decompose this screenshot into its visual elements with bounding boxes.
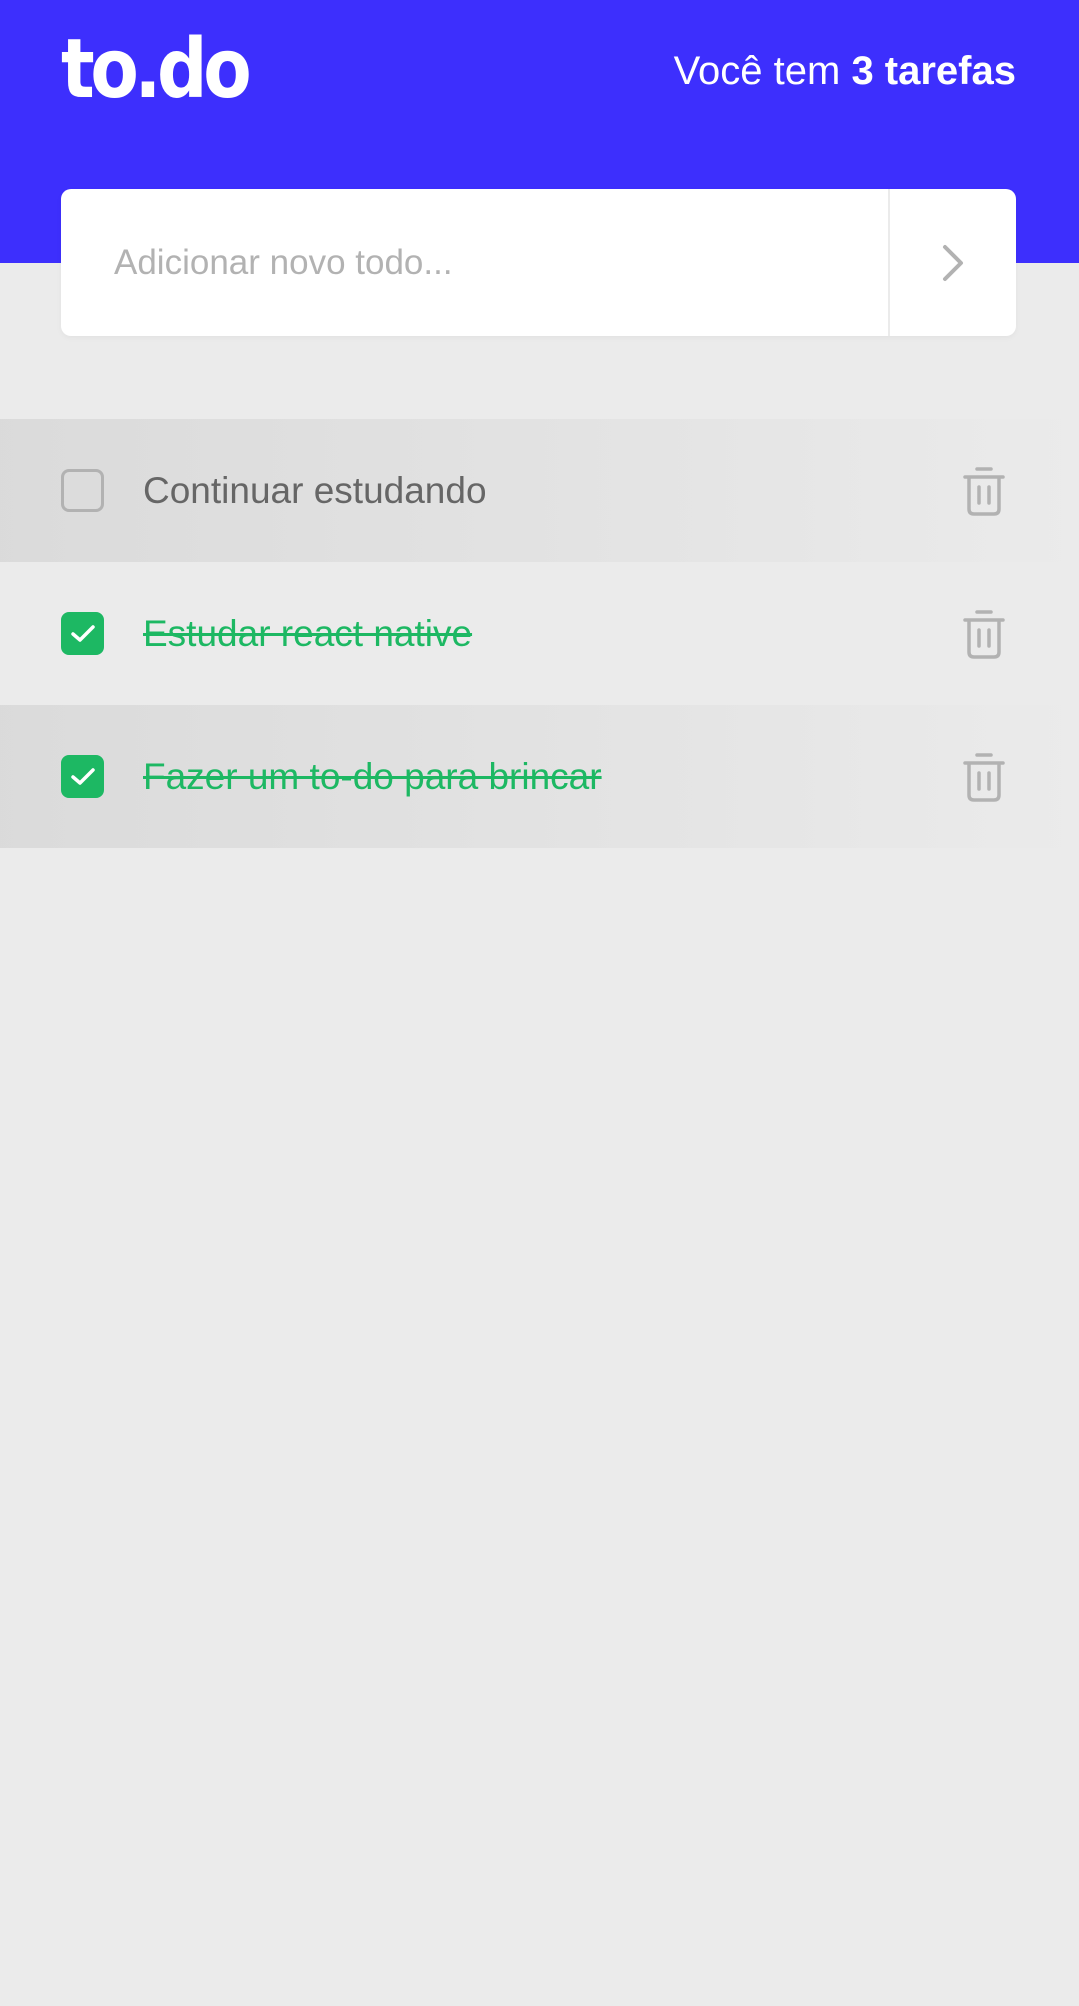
add-todo-button[interactable] [888, 189, 1016, 336]
task-list: Continuar estudando Estudar react native [0, 419, 1079, 848]
task-title[interactable]: Continuar estudando [143, 470, 487, 512]
task-count-value: 3 tarefas [851, 49, 1016, 93]
app-logo: to.do [61, 22, 252, 117]
task-checkbox[interactable] [61, 755, 104, 798]
trash-icon [963, 752, 1005, 802]
new-todo-form [61, 189, 1016, 336]
delete-task-button[interactable] [963, 751, 1005, 803]
trash-icon [963, 466, 1005, 516]
new-todo-input[interactable] [61, 189, 888, 336]
task-count-prefix: Você tem [673, 49, 852, 93]
task-row: Estudar react native [0, 562, 1079, 705]
task-title[interactable]: Estudar react native [143, 613, 472, 655]
task-row: Fazer um to-do para brincar [0, 705, 1079, 848]
chevron-right-icon [943, 244, 963, 281]
task-checkbox[interactable] [61, 469, 104, 512]
check-icon [70, 624, 95, 642]
task-row: Continuar estudando [0, 419, 1079, 562]
task-checkbox[interactable] [61, 612, 104, 655]
task-title[interactable]: Fazer um to-do para brincar [143, 756, 602, 798]
check-icon [70, 767, 95, 785]
delete-task-button[interactable] [963, 465, 1005, 517]
task-count: Você tem 3 tarefas [674, 46, 1016, 96]
delete-task-button[interactable] [963, 608, 1005, 660]
trash-icon [963, 609, 1005, 659]
